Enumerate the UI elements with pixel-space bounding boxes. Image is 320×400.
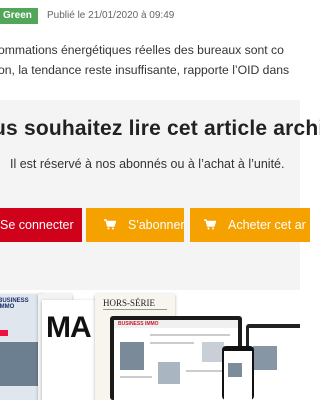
- subscribe-button-label: S'abonner: [128, 218, 185, 232]
- login-button-label: Se connecter: [0, 218, 74, 232]
- cart-icon: [104, 209, 117, 243]
- article-meta: Green Publié le 21/01/2020 à 09:49: [0, 0, 300, 30]
- paywall-box: us souhaitez lire cet article archiv Il …: [0, 100, 320, 290]
- buy-article-button-label: Acheter cet ar: [228, 218, 306, 232]
- cover-headline: MA SO BUR EAU: [46, 311, 98, 344]
- text-line: [120, 376, 152, 378]
- phone-mockup: [222, 346, 254, 400]
- magazine-masthead: BUSINESS IMMO: [0, 298, 29, 310]
- publish-date: Publié le 21/01/2020 à 09:49: [47, 10, 175, 21]
- login-button[interactable]: Se connecter: [0, 208, 82, 242]
- screen-photo: [158, 362, 180, 384]
- teaser-line: ommations énergétiques réelles des burea…: [0, 43, 284, 57]
- teaser-line: on, la tendance reste insuffisante, rapp…: [0, 63, 290, 77]
- cover-photo: [0, 342, 42, 386]
- site-header: BUSINESS IMMO: [114, 320, 238, 328]
- screen-photo: [228, 363, 242, 377]
- category-tag[interactable]: Green: [0, 8, 38, 24]
- paywall-heading: us souhaitez lire cet article archiv: [0, 117, 320, 140]
- magazine-cover: MA SO BUR EAU: [42, 300, 98, 400]
- paywall-subtitle: Il est réservé à nos abonnés ou à l’acha…: [10, 157, 285, 171]
- screen-photo: [253, 346, 277, 370]
- phone-screen: [224, 351, 252, 400]
- badge-shape: [0, 330, 8, 336]
- magazine-cover: BUSINESS IMMO: [0, 294, 42, 400]
- tablet-screen: [249, 328, 300, 400]
- tablet-mockup: [246, 324, 300, 400]
- site-brand: BUSINESS IMMO: [118, 321, 159, 327]
- magazine-title: HORS-SÉRIE: [103, 298, 156, 308]
- cart-icon: [204, 209, 217, 243]
- laptop-screen: BUSINESS IMMO: [114, 320, 238, 400]
- subscription-promo-image: BUSINESS IMMO n MA SO BUR EAU HORS-SÉRIE…: [0, 290, 300, 400]
- subscribe-button[interactable]: S'abonner: [86, 208, 185, 243]
- article-teaser: ommations énergétiques réelles des burea…: [0, 40, 320, 80]
- screen-photo: [120, 342, 144, 370]
- divider: [103, 309, 167, 310]
- text-line: [150, 342, 194, 344]
- screen-photo: [202, 342, 224, 362]
- text-line: [150, 334, 230, 336]
- buy-article-button[interactable]: Acheter cet ar: [190, 208, 310, 242]
